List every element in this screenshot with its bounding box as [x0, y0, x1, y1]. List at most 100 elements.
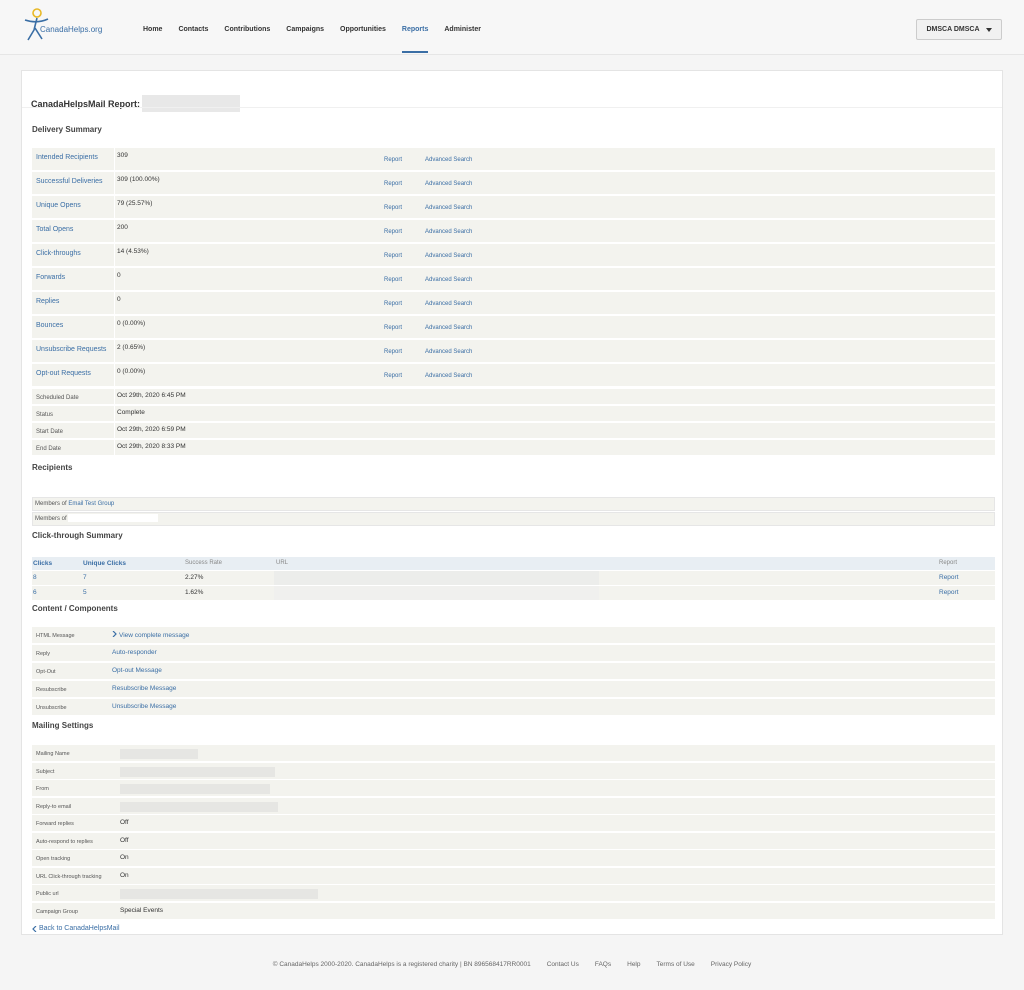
nav-reports[interactable]: Reports: [401, 26, 429, 53]
nav-home[interactable]: Home: [143, 26, 162, 33]
report-link[interactable]: Report: [384, 301, 402, 307]
setting-label: From: [36, 786, 49, 792]
advanced-search-link[interactable]: Advanced Search: [425, 301, 472, 307]
report-link[interactable]: Report: [384, 229, 402, 235]
report-link[interactable]: Report: [384, 277, 402, 283]
delivery-label[interactable]: Unique Opens: [36, 202, 81, 209]
delivery-value: 0 (0.00%): [117, 320, 146, 327]
back-link-text: Back to CanadaHelpsMail: [39, 925, 120, 932]
members-prefix-2: Members of: [35, 516, 67, 522]
content-row: HTML Message View complete message: [32, 627, 995, 644]
report-link[interactable]: Report: [384, 205, 402, 211]
email-test-group-link[interactable]: Email Test Group: [68, 501, 114, 507]
content-link[interactable]: View complete message: [112, 630, 190, 639]
content-link-text: Opt-out Message: [112, 667, 162, 674]
content-link[interactable]: Opt-out Message: [112, 667, 162, 674]
delivery-label[interactable]: Intended Recipients: [36, 154, 98, 161]
footer-contact-link[interactable]: Contact Us: [547, 961, 579, 968]
delivery-label[interactable]: Forwards: [36, 274, 65, 281]
delivery-label[interactable]: Bounces: [36, 322, 63, 329]
nav-campaigns[interactable]: Campaigns: [286, 26, 324, 33]
advanced-search-link[interactable]: Advanced Search: [425, 277, 472, 283]
footer-privacy-link[interactable]: Privacy Policy: [711, 961, 751, 968]
clicks-value[interactable]: 8: [33, 574, 37, 581]
delivery-label[interactable]: Successful Deliveries: [36, 178, 103, 185]
delivery-row: Unsubscribe Requests 2 (0.65%) Report Advan…: [32, 340, 995, 363]
column-divider: [114, 423, 115, 438]
advanced-search-link[interactable]: Advanced Search: [425, 157, 472, 163]
delivery-row: Forwards 0 Report Advanced Search: [32, 268, 995, 291]
chevron-right-icon: [112, 630, 117, 638]
advanced-search-link[interactable]: Advanced Search: [425, 229, 472, 235]
col-clicks[interactable]: Clicks: [33, 560, 52, 567]
content-link-text: View complete message: [119, 632, 190, 639]
delivery-row: Total Opens 200 Report Advanced Search: [32, 220, 995, 243]
report-link[interactable]: Report: [384, 349, 402, 355]
delivery-label[interactable]: Click-throughs: [36, 250, 81, 257]
content-link[interactable]: Resubscribe Message: [112, 685, 176, 692]
report-link[interactable]: Report: [384, 373, 402, 379]
column-divider: [114, 440, 115, 455]
delivery-label[interactable]: Total Opens: [36, 226, 73, 233]
delivery-info-row: Start Date Oct 29th, 2020 6:59 PM: [32, 423, 995, 439]
footer-terms-link[interactable]: Terms of Use: [657, 961, 695, 968]
mailing-setting-row: Open tracking On: [32, 850, 995, 867]
delivery-label[interactable]: Unsubscribe Requests: [36, 346, 106, 353]
advanced-search-link[interactable]: Advanced Search: [425, 205, 472, 211]
delivery-label[interactable]: Opt-out Requests: [36, 370, 91, 377]
advanced-search-link[interactable]: Advanced Search: [425, 253, 472, 259]
redacted-url: [274, 571, 599, 585]
delivery-value: 14 (4.53%): [117, 248, 149, 255]
nav-contributions[interactable]: Contributions: [224, 26, 270, 33]
nav-contacts[interactable]: Contacts: [178, 26, 208, 33]
advanced-search-link[interactable]: Advanced Search: [425, 373, 472, 379]
setting-value: On: [120, 854, 129, 861]
success-rate-value: 2.27%: [185, 574, 204, 581]
setting-value: Special Events: [120, 906, 163, 914]
mailing-setting-row: URL Click-through tracking On: [32, 867, 995, 885]
clicks-value[interactable]: 6: [33, 589, 37, 596]
content-row: Opt-Out Opt-out Message: [32, 663, 995, 680]
mailing-setting-row: Subject: [32, 762, 995, 780]
mailing-setting-row: Forward replies Off: [32, 815, 995, 832]
column-divider: [114, 316, 115, 338]
report-link[interactable]: Report: [384, 325, 402, 331]
content-link[interactable]: Auto-responder: [112, 649, 157, 656]
report-link[interactable]: Report: [384, 157, 402, 163]
column-divider: [114, 268, 115, 290]
advanced-search-link[interactable]: Advanced Search: [425, 325, 472, 331]
delivery-label[interactable]: Replies: [36, 298, 59, 305]
report-link[interactable]: Report: [384, 253, 402, 259]
delivery-row: Click-throughs 14 (4.53%) Report Advanced S…: [32, 244, 995, 267]
setting-label: Campaign Group: [36, 908, 78, 915]
column-divider: [114, 244, 115, 266]
user-menu-button[interactable]: DMSCA DMSCA: [916, 19, 1002, 40]
column-divider: [114, 389, 115, 404]
back-link[interactable]: Back to CanadaHelpsMail: [32, 925, 120, 932]
advanced-search-link[interactable]: Advanced Search: [425, 349, 472, 355]
redacted-report-name: [142, 95, 241, 112]
column-divider: [114, 196, 115, 218]
mailing-setting-row: From: [32, 780, 995, 797]
click-report-link[interactable]: Report: [939, 589, 959, 596]
nav-opportunities[interactable]: Opportunities: [340, 26, 386, 33]
column-divider: [114, 220, 115, 242]
logo-text[interactable]: CanadaHelps.org: [40, 25, 102, 34]
delivery-info-row: Status Complete: [32, 406, 995, 422]
delivery-row: Unique Opens 79 (25.57%) Report Advanced Se…: [32, 196, 995, 219]
col-unique-clicks[interactable]: Unique Clicks: [83, 560, 126, 567]
unique-clicks-value[interactable]: 5: [83, 589, 87, 596]
delivery-row: Successful Deliveries 309 (100.00%) Report…: [32, 172, 995, 195]
report-link[interactable]: Report: [384, 181, 402, 187]
column-divider: [114, 292, 115, 314]
info-value: Oct 29th, 2020 8:33 PM: [117, 443, 186, 450]
click-report-link[interactable]: Report: [939, 574, 959, 581]
unique-clicks-value[interactable]: 7: [83, 574, 87, 581]
mailing-setting-row: Campaign Group Special Events: [32, 902, 995, 920]
content-link[interactable]: Unsubscribe Message: [112, 703, 176, 710]
nav-administer[interactable]: Administer: [444, 26, 481, 33]
footer-help-link[interactable]: Help: [627, 961, 640, 968]
delivery-row: Intended Recipients 309 Report Advanced Sea…: [32, 148, 995, 171]
advanced-search-link[interactable]: Advanced Search: [425, 181, 472, 187]
footer-faqs-link[interactable]: FAQs: [595, 961, 611, 968]
